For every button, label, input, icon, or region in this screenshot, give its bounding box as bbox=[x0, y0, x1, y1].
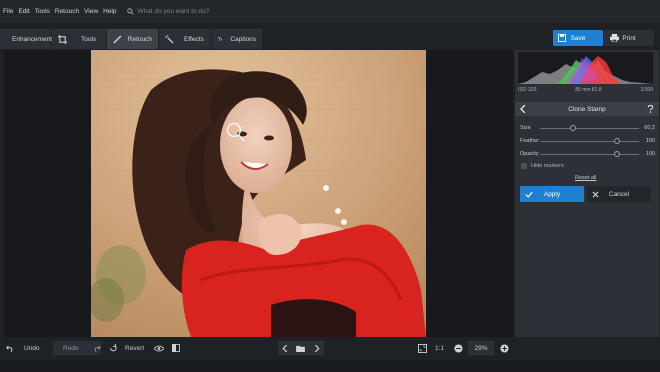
chevron-left-icon[interactable] bbox=[282, 344, 288, 352]
redo-label: Redo bbox=[63, 344, 79, 352]
chevron-right-icon[interactable] bbox=[314, 344, 320, 352]
fit-screen-icon bbox=[418, 343, 427, 353]
slider-handle[interactable] bbox=[570, 125, 576, 131]
brush-icon bbox=[113, 34, 122, 44]
checkbox-box[interactable] bbox=[521, 163, 527, 169]
size-slider[interactable]: Size 60,2 bbox=[520, 124, 655, 134]
redo-icon bbox=[94, 345, 101, 352]
tab-label: Captions bbox=[230, 35, 256, 43]
portrait-photo bbox=[91, 50, 426, 337]
tab-label: Tools bbox=[81, 35, 97, 43]
zoom-out-button[interactable] bbox=[454, 341, 464, 355]
search-icon bbox=[127, 7, 135, 15]
help-icon[interactable] bbox=[647, 105, 654, 113]
reset-all-link[interactable]: Reset all bbox=[575, 175, 596, 181]
slider-label: Feather bbox=[520, 138, 539, 144]
status-strip bbox=[0, 360, 660, 372]
print-label: Print bbox=[622, 34, 636, 42]
menu-file[interactable]: File bbox=[3, 8, 13, 15]
revert-icon bbox=[110, 344, 117, 352]
checkbox-label: Hide markers bbox=[531, 163, 564, 169]
lens-value: 85 mm f/1.8 bbox=[575, 87, 602, 93]
iso-value: ISO 320 bbox=[518, 87, 537, 93]
eye-icon bbox=[154, 345, 164, 351]
search-box[interactable]: What do you want to do? bbox=[127, 8, 209, 15]
slider-handle[interactable] bbox=[614, 151, 620, 157]
shutter-value: 1/100 bbox=[640, 87, 653, 93]
slider-track[interactable] bbox=[540, 128, 639, 129]
printer-icon bbox=[610, 34, 619, 42]
opacity-slider[interactable]: Opacity 100 bbox=[520, 150, 655, 160]
tab-label: Enhancement bbox=[12, 35, 53, 43]
slider-track[interactable] bbox=[540, 154, 639, 155]
redo-button[interactable]: Redo bbox=[53, 341, 101, 355]
slider-value: 60,2 bbox=[644, 125, 655, 131]
menu-edit[interactable]: Edit bbox=[18, 8, 29, 15]
revert-button[interactable]: Revert bbox=[109, 341, 149, 355]
undo-button[interactable]: Undo bbox=[6, 341, 44, 355]
hide-markers-checkbox[interactable]: Hide markers bbox=[521, 163, 564, 169]
close-icon bbox=[592, 190, 599, 198]
back-arrow-icon[interactable] bbox=[520, 105, 527, 113]
apply-label: Apply bbox=[543, 190, 561, 198]
menu-tools[interactable]: Tools bbox=[35, 8, 50, 15]
fit-screen-button[interactable] bbox=[418, 341, 428, 355]
plus-circle-icon bbox=[500, 343, 509, 353]
actual-size-button[interactable]: 1:1 bbox=[435, 341, 449, 355]
tab-label: Retouch bbox=[127, 35, 152, 43]
menu-retouch[interactable]: Retouch bbox=[55, 8, 79, 15]
floppy-icon bbox=[558, 34, 566, 42]
zoom-in-button[interactable] bbox=[500, 341, 510, 355]
slider-label: Opacity bbox=[520, 151, 539, 157]
menu-help[interactable]: Help bbox=[103, 8, 116, 15]
crop-icon bbox=[58, 34, 67, 44]
tab-captions[interactable]: Captions bbox=[212, 29, 263, 49]
minus-circle-icon bbox=[454, 343, 463, 353]
undo-label: Undo bbox=[24, 344, 40, 352]
compare-button[interactable] bbox=[172, 341, 184, 355]
histogram bbox=[518, 52, 653, 84]
feather-slider[interactable]: Feather 100 bbox=[520, 137, 655, 147]
check-icon bbox=[525, 191, 533, 198]
tab-enhancement[interactable]: Enhancement bbox=[0, 29, 52, 49]
print-button[interactable]: Print bbox=[604, 30, 654, 46]
save-label: Save bbox=[570, 34, 586, 42]
slider-value: 100 bbox=[645, 151, 655, 157]
apply-button[interactable]: Apply bbox=[520, 186, 584, 202]
preview-eye-button[interactable] bbox=[154, 341, 166, 355]
undo-icon bbox=[6, 345, 13, 352]
text-icon bbox=[218, 37, 223, 41]
tab-effects[interactable]: Effects bbox=[159, 29, 212, 49]
slider-value: 100 bbox=[645, 138, 655, 144]
photo-canvas[interactable] bbox=[91, 50, 426, 337]
panel-title: Clone Stamp bbox=[568, 105, 606, 113]
search-placeholder: What do you want to do? bbox=[137, 7, 210, 15]
slider-label: Size bbox=[520, 125, 531, 131]
menu-view[interactable]: View bbox=[84, 8, 98, 15]
folder-icon[interactable] bbox=[296, 345, 306, 352]
tab-retouch[interactable]: Retouch bbox=[107, 29, 159, 49]
slider-track[interactable] bbox=[540, 141, 639, 142]
zoom-level[interactable]: 29% bbox=[468, 341, 494, 355]
revert-label: Revert bbox=[125, 344, 145, 352]
exif-info: ISO 320 85 mm f/1.8 1/100 bbox=[518, 87, 653, 93]
cancel-label: Cancel bbox=[608, 190, 630, 198]
menu-bar: File Edit Tools Retouch View Help What d… bbox=[0, 0, 660, 22]
save-button[interactable]: Save bbox=[553, 30, 603, 46]
slider-handle[interactable] bbox=[614, 138, 620, 144]
tab-tools[interactable]: Tools bbox=[52, 29, 107, 49]
tab-label: Effects bbox=[184, 35, 204, 43]
panel-header: Clone Stamp bbox=[515, 102, 659, 116]
cancel-button[interactable]: Cancel bbox=[587, 186, 651, 202]
file-navigation bbox=[278, 341, 324, 355]
compare-icon bbox=[172, 344, 180, 352]
magic-wand-icon bbox=[165, 34, 174, 44]
